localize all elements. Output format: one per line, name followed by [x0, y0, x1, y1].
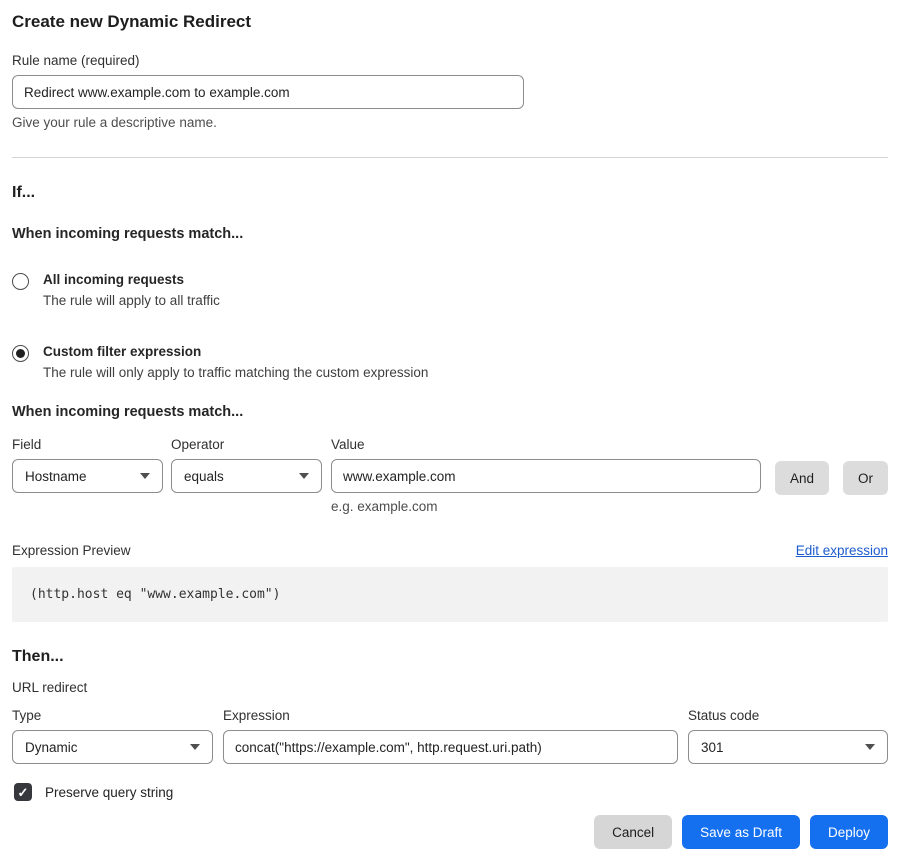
checkbox-checked-icon: ✓: [14, 783, 32, 801]
radio-option-description: The rule will apply to all traffic: [43, 293, 220, 308]
field-select[interactable]: Hostname: [12, 459, 163, 493]
radio-unselected-icon: [12, 273, 29, 290]
value-label: Value: [331, 437, 761, 452]
field-label: Field: [12, 437, 163, 452]
status-code-select-value: 301: [701, 740, 724, 755]
if-subheading: When incoming requests match...: [12, 226, 888, 242]
url-redirect-label: URL redirect: [12, 680, 888, 695]
status-code-select[interactable]: 301: [688, 730, 888, 764]
check-icon: ✓: [18, 786, 29, 799]
type-select-value: Dynamic: [25, 740, 78, 755]
operator-label: Operator: [171, 437, 322, 452]
create-dynamic-redirect-form: Create new Dynamic Redirect Rule name (r…: [0, 0, 907, 859]
radio-option-description: The rule will only apply to traffic matc…: [43, 365, 428, 380]
value-helper: e.g. example.com: [331, 499, 761, 514]
or-button[interactable]: Or: [843, 461, 888, 495]
cancel-button[interactable]: Cancel: [594, 815, 672, 849]
rule-name-helper: Give your rule a descriptive name.: [12, 115, 888, 130]
footer-actions: Cancel Save as Draft Deploy: [12, 815, 888, 849]
rule-name-input[interactable]: [12, 75, 524, 109]
and-button[interactable]: And: [775, 461, 829, 495]
match-builder-heading: When incoming requests match...: [12, 404, 888, 420]
radio-option-label: Custom filter expression: [43, 344, 428, 359]
redirect-settings-row: Type Dynamic Expression Status code 301: [12, 708, 888, 764]
radio-option-custom-filter-expression[interactable]: Custom filter expression The rule will o…: [12, 344, 888, 380]
rule-name-label: Rule name (required): [12, 53, 888, 68]
radio-option-all-incoming-requests[interactable]: All incoming requests The rule will appl…: [12, 272, 888, 308]
rule-name-group: Rule name (required) Give your rule a de…: [12, 53, 888, 130]
builder-actions: And Or: [775, 437, 888, 495]
save-as-draft-button[interactable]: Save as Draft: [682, 815, 800, 849]
section-divider: [12, 157, 888, 158]
expression-preview-label: Expression Preview: [12, 543, 131, 558]
chevron-down-icon: [140, 473, 150, 479]
status-code-label: Status code: [688, 708, 888, 723]
chevron-down-icon: [865, 744, 875, 750]
chevron-down-icon: [299, 473, 309, 479]
expression-preview-header: Expression Preview Edit expression: [12, 543, 888, 558]
redirect-expression-label: Expression: [223, 708, 678, 723]
radio-option-label: All incoming requests: [43, 272, 220, 287]
if-heading: If...: [12, 184, 888, 202]
field-select-value: Hostname: [25, 469, 87, 484]
expression-preview-code: (http.host eq "www.example.com"): [12, 567, 888, 622]
preserve-query-string-checkbox[interactable]: ✓ Preserve query string: [12, 783, 888, 801]
radio-selected-icon: [12, 345, 29, 362]
page-title: Create new Dynamic Redirect: [12, 12, 888, 32]
expression-code-text: (http.host eq "www.example.com"): [30, 587, 280, 602]
chevron-down-icon: [190, 744, 200, 750]
redirect-expression-input[interactable]: [223, 730, 678, 764]
deploy-button[interactable]: Deploy: [810, 815, 888, 849]
type-select[interactable]: Dynamic: [12, 730, 213, 764]
value-input[interactable]: [331, 459, 761, 493]
preserve-query-string-label: Preserve query string: [45, 785, 173, 800]
operator-select[interactable]: equals: [171, 459, 322, 493]
expression-builder-row: Field Hostname Operator equals Value e.g…: [12, 437, 888, 514]
then-heading: Then...: [12, 648, 888, 666]
edit-expression-link[interactable]: Edit expression: [796, 543, 888, 558]
operator-select-value: equals: [184, 469, 224, 484]
type-label: Type: [12, 708, 213, 723]
